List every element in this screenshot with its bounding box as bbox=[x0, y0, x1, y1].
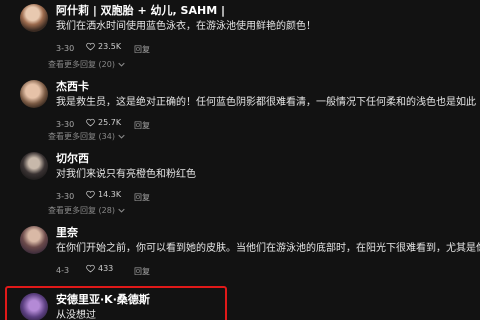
comment-text: 在你们开始之前，你可以看到她的皮肤。当他们在游泳池的底部时，在阳光下很难看到，尤… bbox=[56, 243, 480, 254]
comment-content: 切尔西 对我们来说只有亮橙色和粉红色 3-30 14.3K 回复 bbox=[56, 152, 480, 204]
comment-date: 3-30 bbox=[56, 120, 75, 129]
reply-button[interactable]: 回复 bbox=[134, 44, 150, 55]
comment-text: 我们在洒水时间使用蓝色泳衣，在游泳池使用鲜艳的颜色！ bbox=[56, 21, 316, 32]
like-button[interactable]: 25.7K bbox=[86, 118, 121, 127]
comment-content: 里奈 在你们开始之前，你可以看到她的皮肤。当他们在游泳池的底部时，在阳光下很难看… bbox=[56, 226, 480, 278]
like-button[interactable]: 433 bbox=[86, 264, 113, 273]
like-button[interactable]: 23.5K bbox=[86, 42, 121, 51]
heart-outline-icon bbox=[86, 118, 95, 127]
comment-meta: 3-30 14.3K 回复 bbox=[56, 190, 480, 204]
like-count: 23.5K bbox=[98, 42, 122, 51]
chevron-down-icon bbox=[118, 208, 125, 213]
view-more-replies-label: 查看更多回复 (34) bbox=[48, 132, 115, 141]
comment-date: 4-3 bbox=[56, 266, 70, 275]
comment-date: 3-30 bbox=[56, 44, 75, 53]
avatar[interactable] bbox=[20, 4, 48, 32]
avatar[interactable] bbox=[20, 293, 48, 320]
like-button[interactable]: 14.3K bbox=[86, 190, 121, 199]
comment-meta: 4-3 433 回复 bbox=[56, 264, 480, 278]
view-more-replies[interactable]: 查看更多回复 (20) bbox=[48, 59, 125, 70]
avatar[interactable] bbox=[20, 80, 48, 108]
reply-button[interactable]: 回复 bbox=[134, 266, 150, 277]
like-count: 25.7K bbox=[98, 118, 122, 127]
comment-text: 我是救生员，这是绝对正确的！任何蓝色阴影都很难看清，一般情况下任何柔和的浅色也是… bbox=[56, 97, 476, 108]
reply-button[interactable]: 回复 bbox=[134, 120, 150, 131]
heart-outline-icon bbox=[86, 190, 95, 199]
comment-username[interactable]: 杰西卡 bbox=[56, 80, 480, 94]
heart-outline-icon bbox=[86, 42, 95, 51]
like-count: 14.3K bbox=[98, 190, 122, 199]
comment-username[interactable]: 安德里亚·K·桑德斯 bbox=[56, 293, 480, 307]
comment-username[interactable]: 里奈 bbox=[56, 226, 480, 240]
comment-content: 安德里亚·K·桑德斯 从没想过 bbox=[56, 293, 480, 320]
comment-text: 对我们来说只有亮橙色和粉红色 bbox=[56, 169, 196, 180]
chevron-down-icon bbox=[118, 134, 125, 139]
view-more-replies[interactable]: 查看更多回复 (34) bbox=[48, 131, 125, 142]
like-count: 433 bbox=[98, 264, 114, 273]
comment-text: 从没想过 bbox=[56, 310, 96, 320]
comment-meta: 3-30 25.7K 回复 bbox=[56, 118, 480, 132]
comment-username[interactable]: 阿什莉 | 双胞胎 + 幼儿, SAHM | bbox=[56, 4, 480, 18]
comment-meta: 3-30 23.5K 回复 bbox=[56, 42, 480, 56]
avatar[interactable] bbox=[20, 152, 48, 180]
comment-content: 阿什莉 | 双胞胎 + 幼儿, SAHM | 我们在洒水时间使用蓝色泳衣，在游泳… bbox=[56, 4, 480, 56]
avatar[interactable] bbox=[20, 226, 48, 254]
view-more-replies-label: 查看更多回复 (28) bbox=[48, 206, 115, 215]
comment-content: 杰西卡 我是救生员，这是绝对正确的！任何蓝色阴影都很难看清，一般情况下任何柔和的… bbox=[56, 80, 480, 132]
reply-button[interactable]: 回复 bbox=[134, 192, 150, 203]
view-more-replies-label: 查看更多回复 (20) bbox=[48, 60, 115, 69]
heart-outline-icon bbox=[86, 264, 95, 273]
view-more-replies[interactable]: 查看更多回复 (28) bbox=[48, 205, 125, 216]
comment-username[interactable]: 切尔西 bbox=[56, 152, 480, 166]
comments-page: 阿什莉 | 双胞胎 + 幼儿, SAHM | 我们在洒水时间使用蓝色泳衣，在游泳… bbox=[0, 0, 480, 320]
comment-date: 3-30 bbox=[56, 192, 75, 201]
chevron-down-icon bbox=[118, 62, 125, 67]
